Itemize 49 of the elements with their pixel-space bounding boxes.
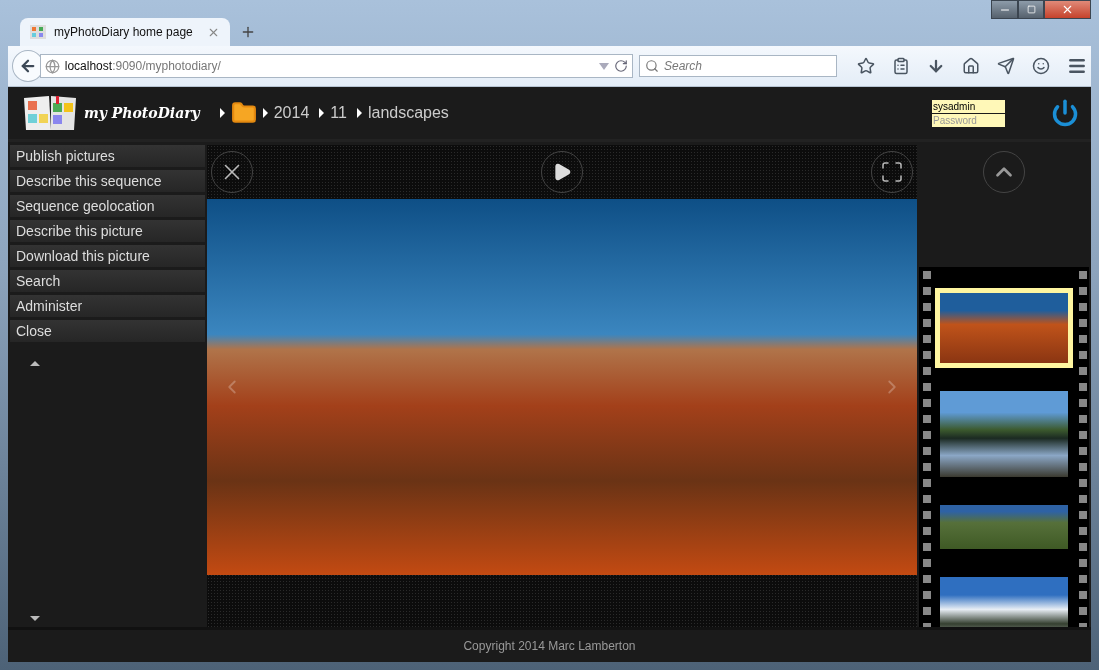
close-icon bbox=[1061, 3, 1074, 16]
send-icon[interactable] bbox=[997, 57, 1015, 75]
globe-icon bbox=[44, 58, 60, 74]
address-field[interactable]: localhost:9090/myphotodiary/ bbox=[39, 54, 633, 78]
menu-button[interactable]: Download this picture bbox=[10, 245, 205, 267]
menu-button[interactable]: Describe this picture bbox=[10, 220, 205, 242]
fullscreen-icon bbox=[880, 160, 904, 184]
username-field[interactable]: sysadmin bbox=[932, 99, 1005, 113]
menu-button[interactable]: Close bbox=[10, 320, 205, 342]
home-icon[interactable] bbox=[962, 57, 980, 75]
close-window-button[interactable] bbox=[1044, 0, 1091, 19]
scroll-down-icon[interactable] bbox=[30, 616, 40, 621]
menu-button[interactable]: Publish pictures bbox=[10, 145, 205, 167]
bookmark-star-icon[interactable] bbox=[857, 57, 875, 75]
play-icon bbox=[552, 162, 572, 182]
breadcrumb-link[interactable]: 11 bbox=[330, 104, 347, 122]
minimize-button[interactable] bbox=[991, 0, 1018, 19]
maximize-button[interactable] bbox=[1018, 0, 1044, 19]
logo-icon bbox=[22, 94, 78, 132]
folder-icon[interactable] bbox=[230, 100, 257, 126]
search-field[interactable]: Search bbox=[639, 55, 837, 77]
breadcrumb-arrow-icon bbox=[356, 108, 362, 118]
breadcrumb-arrow-icon bbox=[319, 108, 325, 118]
search-icon bbox=[645, 59, 659, 73]
menu-icon[interactable] bbox=[1067, 56, 1087, 76]
copyright-text: Copyright 2014 Marc Lamberton bbox=[463, 639, 636, 653]
menu-button[interactable]: Describe this sequence bbox=[10, 170, 205, 192]
breadcrumb-link[interactable]: 2014 bbox=[273, 104, 310, 122]
menu-button[interactable]: Search bbox=[10, 270, 205, 292]
thumbnail-placeholder[interactable] bbox=[935, 288, 1073, 368]
scroll-up-icon[interactable] bbox=[30, 361, 40, 366]
clipboard-icon[interactable] bbox=[892, 57, 910, 75]
power-icon[interactable] bbox=[1051, 99, 1079, 127]
chat-icon[interactable] bbox=[1032, 57, 1050, 75]
logo-text: my PhotoDiary bbox=[84, 105, 200, 121]
browser-tab[interactable]: myPhotoDiary home page bbox=[20, 18, 230, 46]
maximize-icon bbox=[1026, 5, 1036, 14]
breadcrumb-link[interactable]: landscapes bbox=[367, 104, 449, 122]
new-tab-icon[interactable] bbox=[240, 24, 256, 40]
breadcrumb-arrow-icon bbox=[262, 108, 268, 118]
reload-icon[interactable] bbox=[614, 59, 628, 73]
menu-button[interactable]: Sequence geolocation bbox=[10, 195, 205, 217]
download-icon[interactable] bbox=[927, 57, 945, 75]
menu-button[interactable]: Administer bbox=[10, 295, 205, 317]
favicon-icon bbox=[30, 25, 46, 39]
tab-title: myPhotoDiary home page bbox=[54, 25, 194, 39]
url-text: localhost:9090/myphotodiary/ bbox=[64, 59, 222, 73]
breadcrumb-arrow-icon bbox=[219, 108, 225, 118]
password-field[interactable]: Password bbox=[932, 113, 1005, 127]
